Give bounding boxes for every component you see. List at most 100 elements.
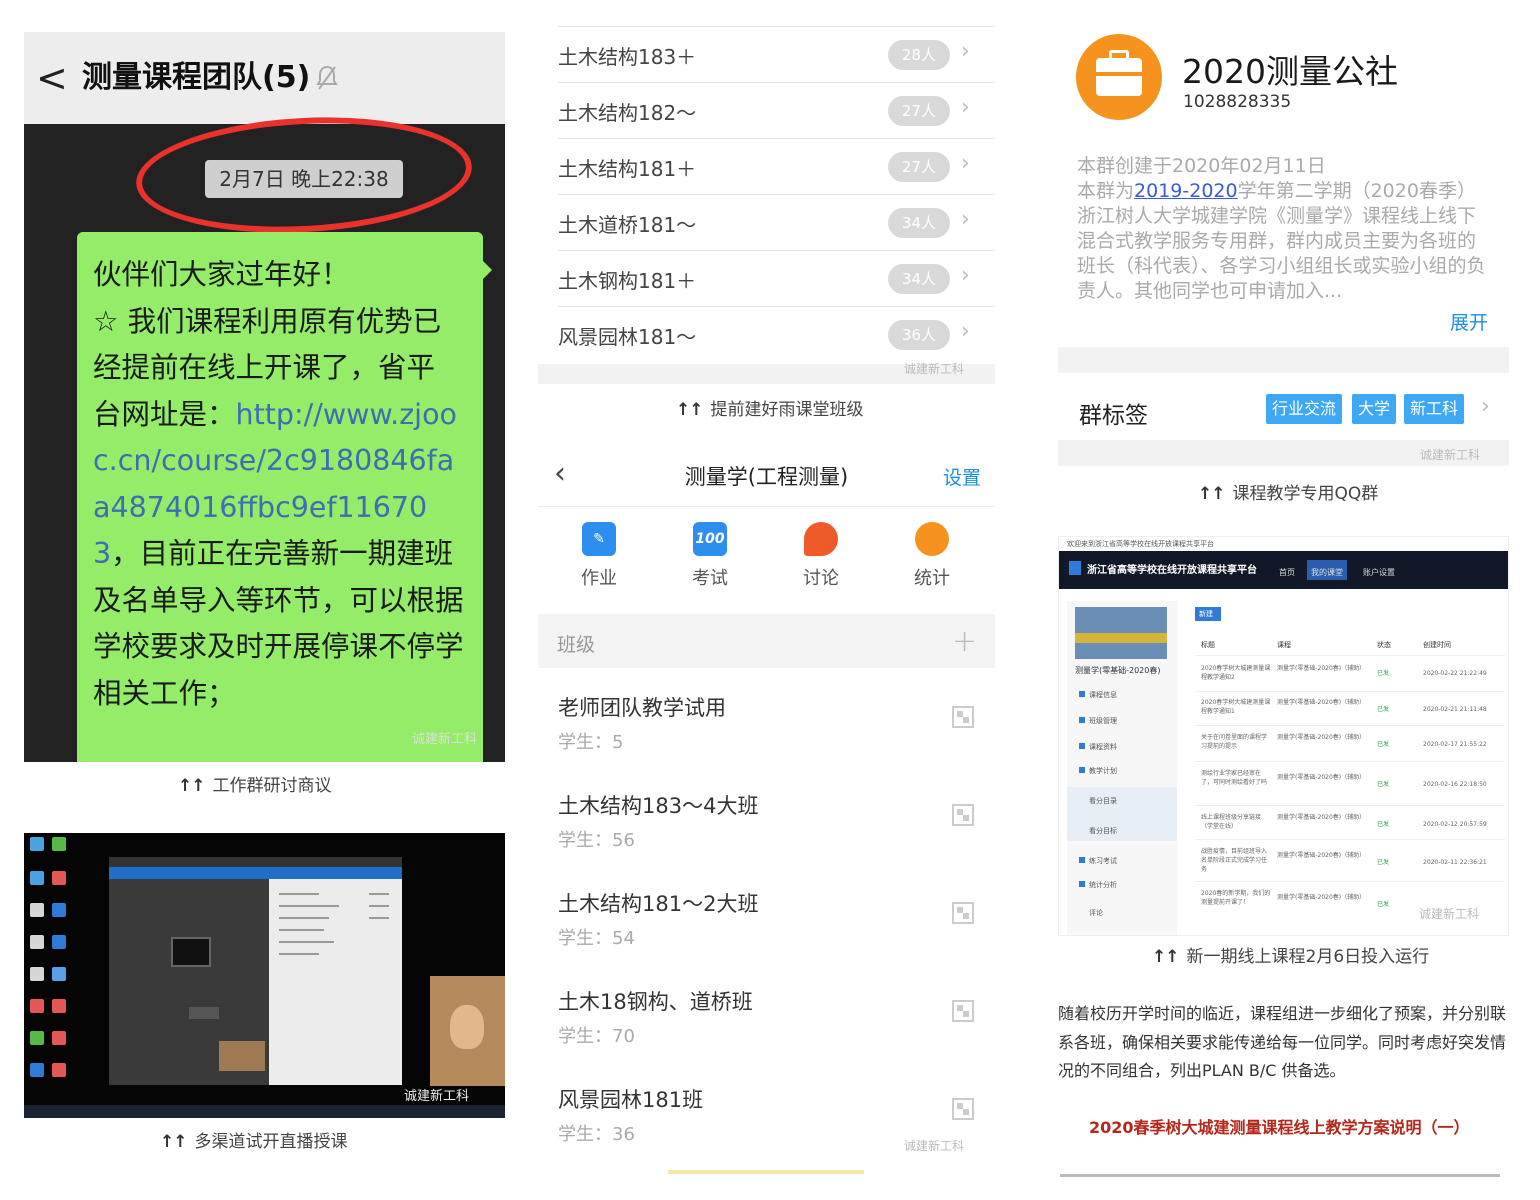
double-up-arrow-icon: ↑↑: [1152, 947, 1179, 967]
row-title: 测绘行业学家已经审在了，可同时测绘看好了吗: [1201, 770, 1268, 786]
class-list-item[interactable]: 土木结构181＋ 27人 ›: [558, 139, 995, 195]
group-name: 2020测量公社: [1182, 52, 1398, 91]
qr-code-icon[interactable]: [952, 706, 974, 728]
sidebar-menu-item[interactable]: 看分目标: [1089, 826, 1117, 836]
divider: [1195, 725, 1505, 726]
class-name: 土木结构183～4大班: [558, 794, 759, 818]
divider: [538, 506, 995, 507]
nav-exam[interactable]: 100 考试: [670, 522, 750, 590]
message-bubble[interactable]: 伙伴们大家过年好！ ☆ 我们课程利用原有优势已 经提前在线上开课了，省平 台网址…: [77, 232, 483, 762]
expand-link[interactable]: 展开: [1450, 308, 1488, 335]
live-app-window: [109, 857, 402, 1085]
class-card[interactable]: 土木结构181～2大班 学生：54: [558, 888, 978, 950]
caption-text: 工作群研讨商议: [212, 776, 332, 796]
row-status: 已发: [1377, 781, 1390, 788]
member-count-badge: 36人: [888, 320, 950, 350]
qr-code-icon[interactable]: [952, 902, 974, 924]
nav-discussion[interactable]: 讨论: [781, 522, 861, 590]
class-name: 土木结构181～2大班: [558, 892, 759, 916]
class-list-item[interactable]: 土木道桥181～ 34人 ›: [558, 195, 995, 251]
live-stream-screenshot: 诚建新工科: [24, 833, 505, 1118]
course-cover-banner: [1075, 633, 1167, 643]
nav-homework[interactable]: ✎ 作业: [559, 522, 639, 590]
student-count: 学生：54: [558, 928, 635, 949]
add-class-button[interactable]: +: [952, 624, 977, 659]
desktop-app-icon: [30, 967, 44, 981]
nav-statistics[interactable]: 统计: [892, 522, 972, 590]
qr-code-icon[interactable]: [952, 1098, 974, 1120]
chat-title: 测量课程团队(5): [82, 60, 311, 95]
desktop-app-icon: [52, 967, 66, 981]
row-status: 已发: [1377, 741, 1390, 748]
sidebar-menu-item[interactable]: 评论: [1089, 908, 1103, 918]
desktop-app-icon: [30, 999, 44, 1013]
row-course: 测量学(零基础-2020春)（辅助）: [1277, 894, 1366, 901]
back-arrow-icon[interactable]: <: [36, 56, 68, 100]
sidebar-menu-item[interactable]: 课程资料: [1089, 742, 1117, 752]
sidebar-menu-item[interactable]: 统计分析: [1089, 880, 1117, 890]
school-year-link[interactable]: 2019-2020: [1134, 180, 1238, 202]
nav-home[interactable]: 首页: [1279, 567, 1295, 578]
chevron-right-icon[interactable]: ›: [1481, 394, 1490, 419]
welcome-text: 欢迎来到浙江省高等学校在线开放课程共享平台: [1067, 540, 1214, 548]
desktop-app-icon: [30, 1063, 44, 1077]
settings-link[interactable]: 设置: [943, 463, 981, 490]
sidebar-menu-item[interactable]: 教学计划: [1089, 766, 1117, 776]
menu-icon: [1079, 691, 1085, 697]
class-card[interactable]: 土木18钢构、道桥班 学生：70: [558, 986, 978, 1048]
group-tag[interactable]: 新工科: [1404, 394, 1465, 424]
class-list-item[interactable]: 风景园林181～ 36人 ›: [558, 307, 995, 363]
watermark: 诚建新工科: [1420, 448, 1481, 462]
row-title: 战胜疫情，目前组班导入名单阶段正式完成学习任务: [1201, 848, 1268, 873]
nav-account-settings[interactable]: 账户设置: [1363, 567, 1395, 578]
platform-title: 浙江省高等学校在线开放课程共享平台: [1087, 565, 1257, 576]
qr-code-icon[interactable]: [952, 804, 974, 826]
message-line: 伙伴们大家过年好！: [93, 258, 350, 291]
row-status: 已发: [1377, 859, 1390, 866]
watermark: 诚建新工科: [1419, 907, 1480, 921]
row-title: 2020春的新学期，我们的测量提前开课了！: [1201, 890, 1271, 906]
course-platform-screenshot: 欢迎来到浙江省高等学校在线开放课程共享平台 浙江省高等学校在线开放课程共享平台 …: [1058, 536, 1509, 936]
cropped-edge: [668, 1170, 864, 1174]
taskbar: [24, 1105, 505, 1118]
row-title: 关于在问卷里面的课程学习提前的提示: [1201, 734, 1268, 750]
caption-class-list: ↑↑ 提前建好雨课堂班级: [676, 399, 864, 421]
class-list-item[interactable]: 土木结构182～ 27人 ›: [558, 83, 995, 139]
section-gap: [1058, 347, 1509, 373]
chevron-right-icon: ›: [961, 39, 970, 64]
member-count-badge: 34人: [888, 264, 950, 294]
divider: [1195, 761, 1505, 762]
double-up-arrow-icon: ↑↑: [160, 1132, 187, 1152]
row-time: 2020-02-21 21:11:48: [1423, 706, 1487, 713]
desktop-app-icon: [52, 935, 66, 949]
nav-my-classroom[interactable]: 我的课堂: [1311, 567, 1343, 578]
divider: [1195, 691, 1505, 692]
group-tag[interactable]: 大学: [1352, 394, 1397, 424]
column-header: 状态: [1377, 641, 1391, 649]
sidebar-menu-item[interactable]: 课程信息: [1089, 690, 1117, 700]
briefcase-icon: [1096, 72, 1142, 76]
sidebar-menu-item[interactable]: 练习考试: [1089, 856, 1117, 866]
class-list-item[interactable]: 土木钢构181＋ 34人 ›: [558, 251, 995, 307]
discussion-icon: [804, 522, 838, 556]
row-status: 已发: [1377, 706, 1390, 713]
column-header: 标题: [1201, 641, 1215, 649]
row-course: 测量学(零基础-2020春)（辅助）: [1277, 774, 1366, 781]
row-status: 已发: [1377, 821, 1390, 828]
class-card[interactable]: 土木结构183～4大班 学生：56: [558, 790, 978, 852]
student-count: 学生：70: [558, 1026, 635, 1047]
divider: [1195, 839, 1505, 840]
class-list-item[interactable]: 土木结构183＋ 28人 ›: [558, 27, 995, 83]
message-line: 台网址是：: [93, 397, 236, 431]
group-tag[interactable]: 行业交流: [1266, 394, 1343, 424]
class-card[interactable]: 老师团队教学试用 学生：5: [558, 692, 978, 754]
member-count-badge: 27人: [888, 152, 950, 182]
menu-icon: [1079, 767, 1085, 773]
message-rest: ，目前正在完善新一期建班及名单导入等环节，可以根据学校要求及时开展停课不停学相关…: [93, 537, 464, 710]
muted-bell-icon: [316, 64, 338, 99]
qr-code-icon[interactable]: [952, 1000, 974, 1022]
sidebar-selected: [1067, 787, 1177, 841]
sidebar-menu-item[interactable]: 班级管理: [1089, 716, 1117, 726]
caption-text: 新一期线上课程2月6日投入运行: [1186, 947, 1430, 967]
sidebar-menu-item[interactable]: 看分目录: [1089, 796, 1117, 806]
